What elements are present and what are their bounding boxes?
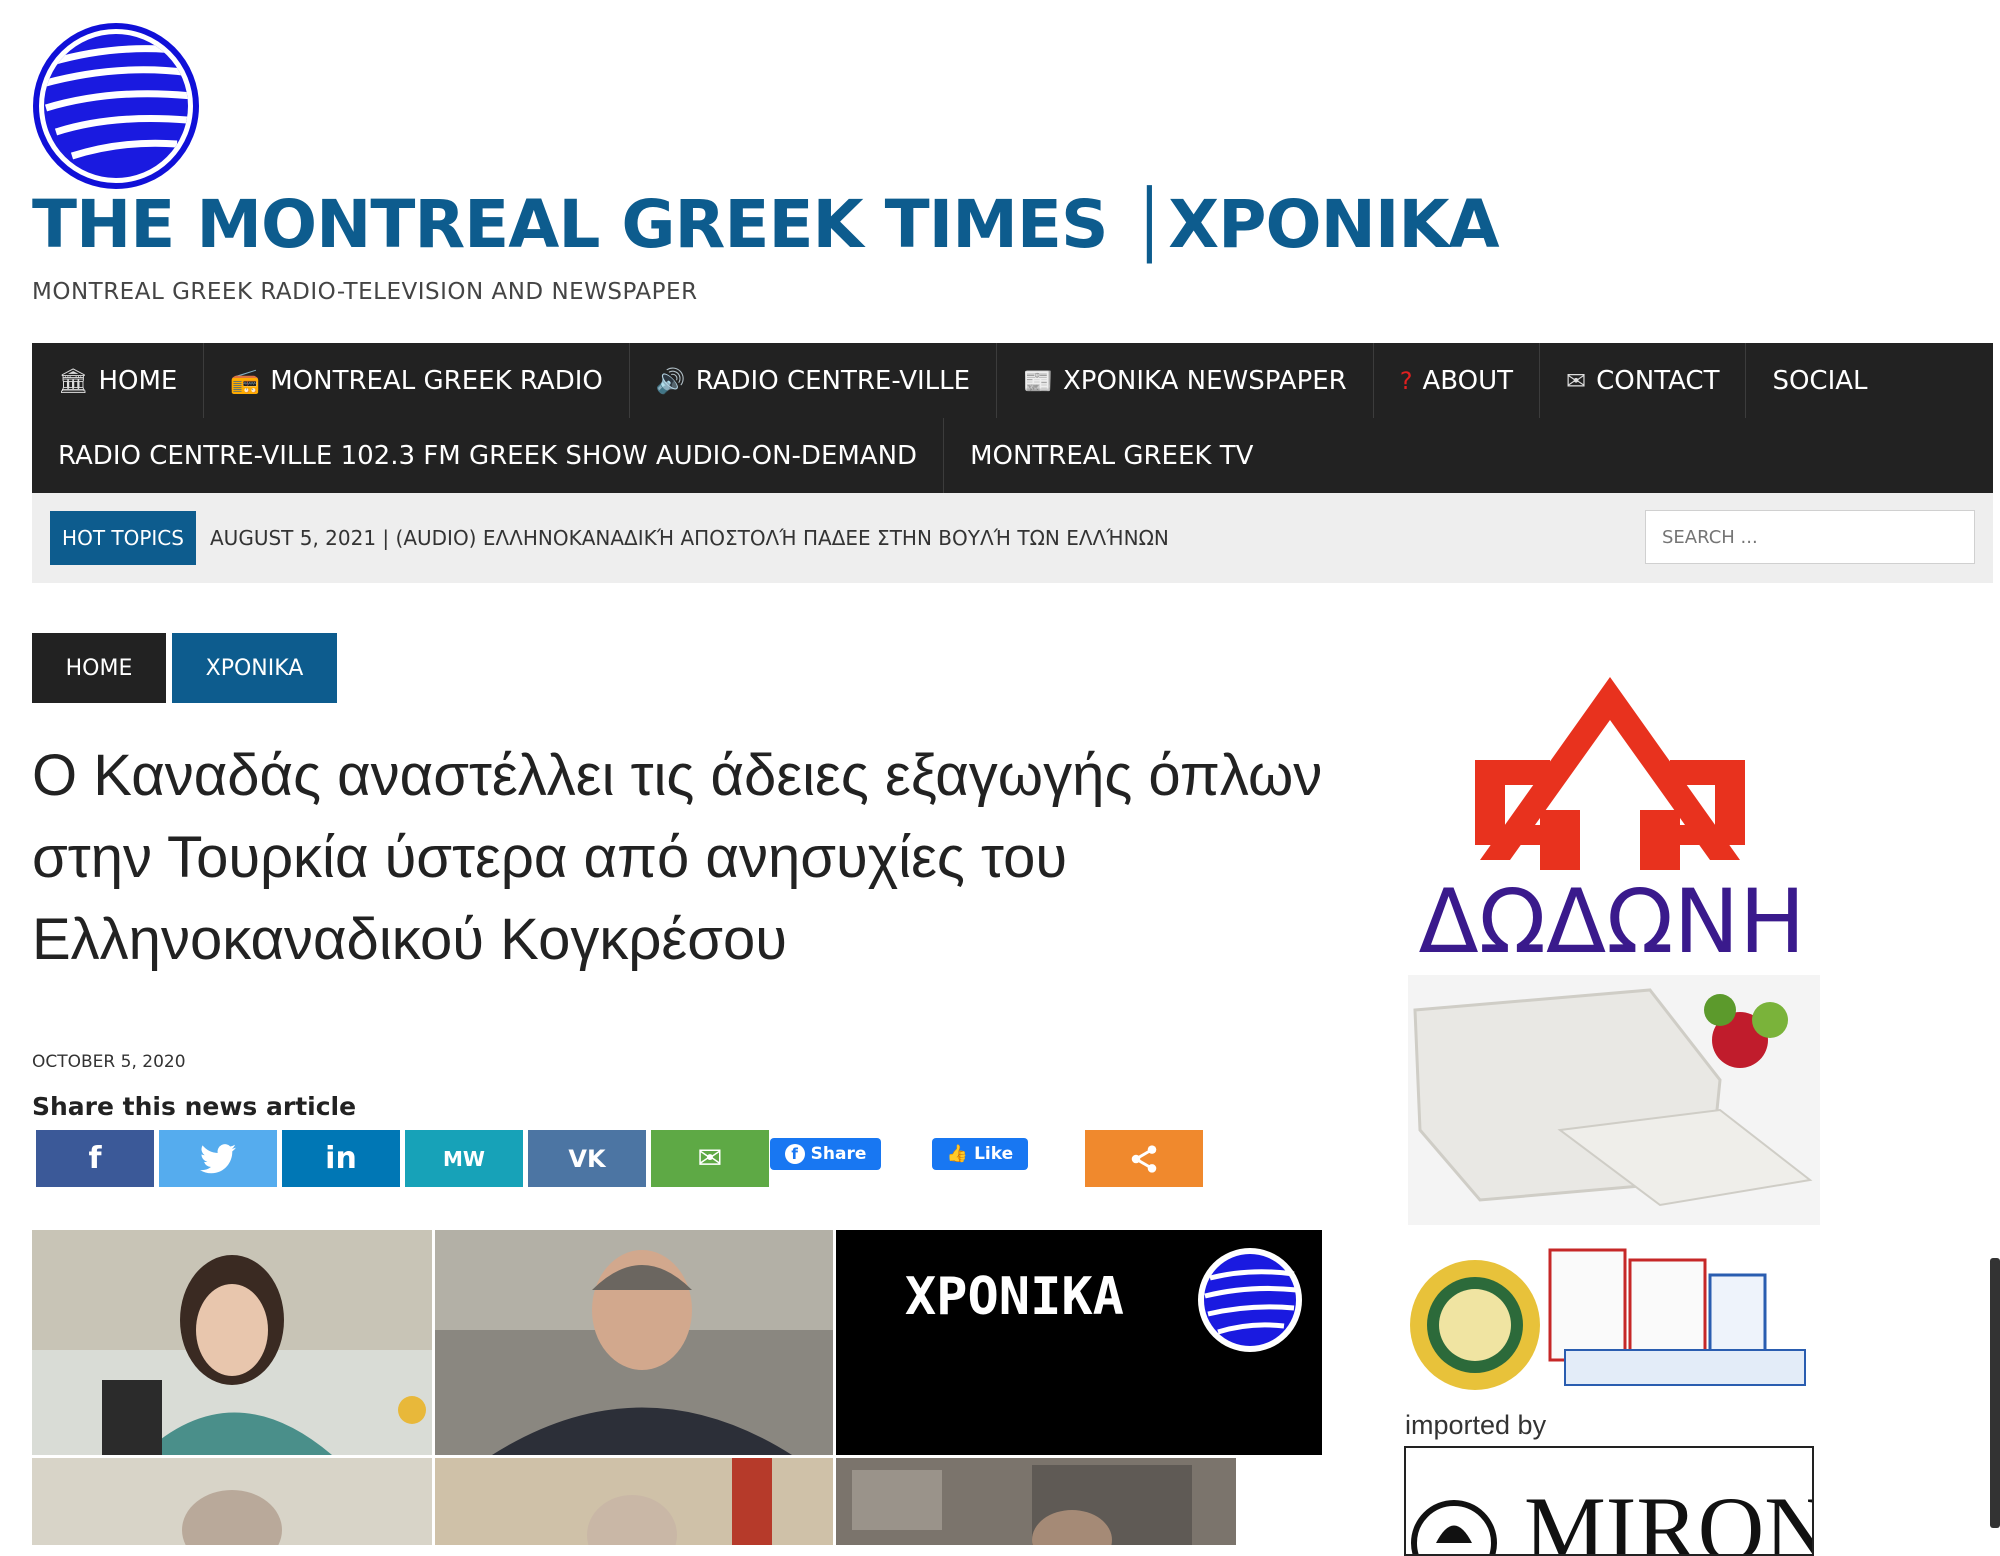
miron-text: MIRON [1524,1478,1814,1556]
speaker-icon: 🔊 [655,366,686,395]
linkedin-icon: in [325,1141,357,1176]
linkedin-share-button[interactable]: in [282,1130,400,1187]
nav-label: XPONIKA NEWSPAPER [1062,365,1347,396]
search-input[interactable] [1645,510,1975,564]
photo-brand-text: XPONIKA [905,1267,1124,1327]
mewe-share-button[interactable]: MW [405,1130,523,1187]
bank-icon: 🏛 [58,366,89,395]
nav-item-about[interactable]: ? ABOUT [1374,343,1541,418]
thumbs-up-icon: 👍 [946,1144,969,1164]
nav-label: SOCIAL [1772,365,1868,396]
fb-like-label: Like [974,1144,1014,1164]
breadcrumb-home[interactable]: HOME [32,633,166,703]
hot-topics-ticker-link[interactable]: AUGUST 5, 2021 | (AUDIO) ΕΛΛΗΝΟΚΑΝΑΔΙΚΉ … [210,526,1169,550]
email-share-button[interactable]: ✉ [651,1130,769,1187]
share-nodes-icon [1131,1144,1157,1173]
main-nav: 🏛 HOME 📻 MONTREAL GREEK RADIO 🔊 RADIO CE… [32,343,1993,493]
nav-item-montreal-greek-tv[interactable]: MONTREAL GREEK TV [944,418,1279,493]
radio-icon: 📻 [230,366,261,395]
ad-brand-text: ΔΩΔΩΝΗ [1419,870,1806,973]
nav-label: HOME [98,365,178,396]
facebook-share-widget[interactable]: f Share [770,1138,881,1170]
miron-helmet-icon: MIRON [1411,1478,1814,1556]
nav-label: RADIO CENTRE-VILLE [695,365,971,396]
nav-item-home[interactable]: 🏛 HOME [32,343,205,418]
envelope-icon: ✉ [697,1141,723,1176]
ad-imported-by: imported by [1405,1410,1547,1440]
envelope-icon: ✉ [1566,366,1587,395]
more-share-button[interactable] [1085,1130,1203,1187]
facebook-icon: f [88,1141,102,1176]
twitter-share-button[interactable] [159,1130,277,1187]
nav-item-audio-on-demand[interactable]: RADIO CENTRE-VILLE 102.3 FM GREEK SHOW A… [32,418,945,493]
nav-label: ABOUT [1422,365,1514,396]
site-title[interactable]: THE MONTREAL GREEK TIMES │XPONIKA [32,186,1500,263]
nav-item-radio-centre-ville[interactable]: 🔊 RADIO CENTRE-VILLE [630,343,998,418]
vk-icon: VK [568,1144,606,1173]
nav-item-social[interactable]: SOCIAL [1746,343,1893,418]
globe-logo-icon [33,23,199,189]
dodoni-ad-image: ΔΩΔΩΝΗ [1408,677,1820,1395]
site-tagline: MONTREAL GREEK RADIO-TELEVISION AND NEWS… [32,279,698,305]
hot-topics-bar: HOT TOPICS AUGUST 5, 2021 | (AUDIO) ΕΛΛΗ… [32,493,1993,583]
nav-row-2: RADIO CENTRE-VILLE 102.3 FM GREEK SHOW A… [32,418,1279,493]
hot-topics-badge: HOT TOPICS [50,511,196,565]
nav-label: MONTREAL GREEK RADIO [270,365,603,396]
article-title: Ο Καναδάς αναστέλλει τις άδειες εξαγωγής… [32,743,1323,972]
miron-ad-logo[interactable]: MIRON [1404,1446,1814,1556]
article-featured-image[interactable]: XPONIKA [32,1230,1322,1545]
newspaper-icon: 📰 [1023,366,1053,395]
twitter-icon [200,1143,236,1173]
nav-row-1: 🏛 HOME 📻 MONTREAL GREEK RADIO 🔊 RADIO CE… [32,343,1894,418]
nav-label: MONTREAL GREEK TV [970,440,1254,471]
nav-label: RADIO CENTRE-VILLE 102.3 FM GREEK SHOW A… [58,440,918,471]
scrollbar-thumb[interactable] [1990,1258,2000,1528]
nav-label: CONTACT [1596,365,1720,396]
facebook-share-button[interactable]: f [36,1130,154,1187]
facebook-like-widget[interactable]: 👍 Like [932,1138,1028,1170]
share-label: Share this news article [32,1092,357,1121]
nav-item-xponika-newspaper[interactable]: 📰 XPONIKA NEWSPAPER [997,343,1374,418]
video-conference-screenshot: XPONIKA [32,1230,1322,1545]
mewe-icon: MW [443,1146,485,1171]
breadcrumb-category[interactable]: XPONIKA [172,633,337,703]
nav-item-montreal-greek-radio[interactable]: 📻 MONTREAL GREEK RADIO [204,343,630,418]
facebook-round-icon: f [784,1144,805,1164]
question-icon: ? [1399,366,1413,395]
fb-share-label: Share [810,1144,867,1164]
nav-item-contact[interactable]: ✉ CONTACT [1540,343,1747,418]
vk-share-button[interactable]: VK [528,1130,646,1187]
article-date: OCTOBER 5, 2020 [32,1052,186,1072]
site-logo[interactable] [32,22,200,190]
